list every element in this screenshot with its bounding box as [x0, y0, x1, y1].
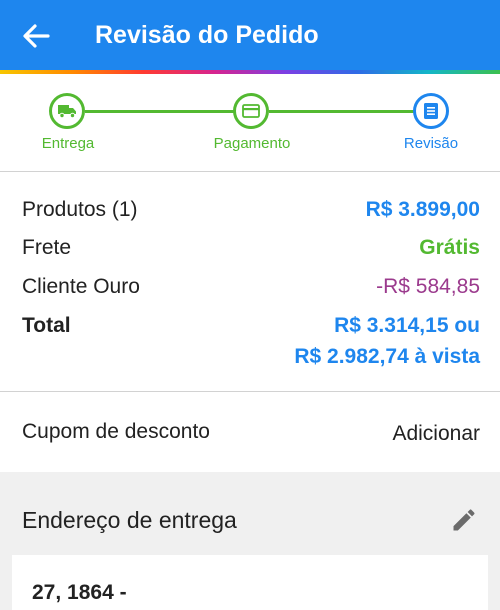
checkout-stepper: Entrega Pagamento Revisão — [0, 74, 500, 171]
products-value: R$ 3.899,00 — [365, 198, 480, 221]
edit-address-button[interactable] — [450, 506, 478, 534]
shipping-label: Frete — [22, 236, 72, 259]
order-summary: Produtos (1) R$ 3.899,00 Frete Grátis Cl… — [0, 172, 500, 391]
coupon-row[interactable]: Cupom de desconto Adicionar — [0, 392, 500, 472]
add-coupon-button[interactable]: Adicionar — [392, 422, 480, 446]
document-icon — [424, 103, 438, 119]
coupon-label: Cupom de desconto — [22, 420, 210, 443]
step-label-revisao[interactable]: Revisão — [371, 135, 491, 152]
total-label: Total — [22, 314, 71, 337]
step-label-pagamento[interactable]: Pagamento — [192, 135, 312, 152]
step-revisao[interactable] — [413, 93, 449, 129]
step-entrega[interactable] — [49, 93, 85, 129]
step-pagamento[interactable] — [233, 93, 269, 129]
address-section-title: Endereço de entrega — [22, 507, 237, 533]
address-line: 27, 1864 - — [32, 581, 127, 604]
step-label-entrega[interactable]: Entrega — [8, 135, 128, 152]
shipping-value: Grátis — [419, 236, 480, 259]
truck-icon — [58, 105, 76, 119]
step-connector — [85, 110, 235, 113]
page-title: Revisão do Pedido — [95, 21, 319, 49]
total-value: R$ 3.314,15 ou — [334, 314, 480, 337]
step-connector — [269, 110, 415, 113]
pencil-icon — [453, 509, 475, 531]
back-button[interactable] — [20, 22, 52, 50]
total-cash-value: R$ 2.982,74 à vista — [294, 345, 480, 368]
gold-client-label: Cliente Ouro — [22, 275, 140, 298]
gold-client-discount: -R$ 584,85 — [376, 275, 480, 298]
products-label: Produtos (1) — [22, 198, 138, 221]
address-card[interactable]: 27, 1864 - — [12, 555, 488, 610]
app-bar: Revisão do Pedido — [0, 0, 500, 70]
arrow-left-icon — [23, 24, 50, 48]
credit-card-icon — [242, 104, 260, 118]
